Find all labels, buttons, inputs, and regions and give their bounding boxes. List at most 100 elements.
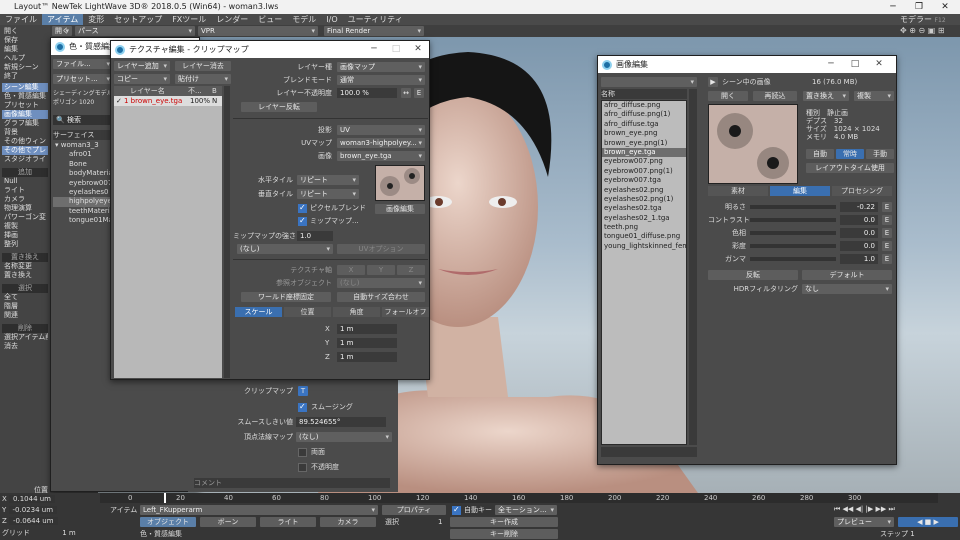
viewport-nav-icons[interactable]: ✥ ⊕ ⊖ ▣ ⊞	[900, 26, 945, 35]
menu-item-4[interactable]: FXツール	[167, 14, 211, 25]
maximize-icon[interactable]: □	[844, 56, 866, 73]
sidebar-window-item[interactable]: その他でプレ	[2, 146, 48, 155]
scale-z-field[interactable]: 1 m	[337, 352, 397, 362]
image-editor-tab[interactable]: プロセシング	[832, 186, 892, 196]
sidebar-window-item[interactable]: 画像編集	[2, 110, 48, 119]
uvmap-dropdown[interactable]: woman3-highpolyey...	[337, 138, 425, 148]
paste-dropdown[interactable]: 貼付け	[175, 74, 231, 84]
image-list-item[interactable]: eyebrow007.png	[602, 157, 686, 166]
envelope-e-button[interactable]: E	[882, 228, 892, 238]
grid-row[interactable]: グリッド 1 m	[2, 529, 76, 537]
edit-image-button[interactable]: 画像編集	[375, 204, 425, 214]
envelope-e-button[interactable]: E	[882, 215, 892, 225]
smoothing-checkbox[interactable]	[298, 402, 307, 412]
splitter-handle[interactable]	[224, 86, 230, 378]
surface-search-input[interactable]: 🔍 検索	[53, 115, 111, 125]
axis-x-button[interactable]: X	[337, 265, 365, 275]
minimize-icon[interactable]: ─	[820, 56, 842, 73]
scale-y-field[interactable]: 1 m	[337, 338, 397, 348]
sidebar-select-item[interactable]: 階層	[2, 302, 48, 311]
texture-tab[interactable]: スケール	[235, 307, 282, 317]
check-icon[interactable]: ✓	[116, 96, 122, 106]
axis-z-button[interactable]: Z	[397, 265, 425, 275]
image-list-item[interactable]: brown_eye.png(1)	[602, 139, 686, 148]
hdr-filtering-dropdown[interactable]: なし	[802, 284, 892, 294]
preview-dropdown[interactable]: プレビュー	[834, 517, 894, 527]
vertical-tile-dropdown[interactable]: リピート	[297, 189, 359, 199]
render-dropdown[interactable]: Final Render	[324, 26, 424, 36]
minimize-icon[interactable]: ─	[880, 0, 906, 14]
pos-y-row[interactable]: Y -0.0234 um	[2, 506, 58, 514]
sidebar-window-item[interactable]: グラフ編集	[2, 119, 48, 128]
always-button[interactable]: 常時	[836, 149, 864, 159]
image-default-button[interactable]: デフォルト	[802, 270, 892, 280]
property-button[interactable]: プロパティ	[382, 505, 446, 515]
bone-mode-button[interactable]: ボーン	[200, 517, 256, 527]
axis-y-button[interactable]: Y	[367, 265, 395, 275]
vertex-normal-dropdown[interactable]: (なし)	[296, 432, 392, 442]
surface-list-item[interactable]: eyebrow007	[53, 179, 111, 188]
mipmap-checkbox[interactable]	[298, 216, 307, 226]
image-list-item[interactable]: eyelashes02.png	[602, 186, 686, 195]
menu-item-1[interactable]: アイテム	[42, 14, 84, 25]
open-dropdown[interactable]: 開く	[52, 26, 72, 36]
surface-list-item[interactable]: highpolyeye	[53, 197, 111, 207]
image-list-item[interactable]: teeth.png	[602, 223, 686, 232]
layer-type-dropdown[interactable]: 画像マップ	[337, 62, 425, 72]
sidebar-window-item[interactable]: その他ウィンド	[2, 137, 48, 146]
modeler-button[interactable]: モデラー F12	[900, 14, 946, 25]
horizontal-scrollbar[interactable]	[601, 447, 697, 457]
sidebar-delete-item[interactable]: 選択アイテム削	[2, 333, 48, 342]
auto-key-checkbox[interactable]	[452, 505, 461, 515]
sidebar-select-item[interactable]: 全て	[2, 293, 48, 302]
maximize-icon[interactable]: ❐	[906, 0, 932, 14]
sidebar-file-item[interactable]: 保存	[2, 36, 48, 45]
image-replace-dropdown[interactable]: 置き換え	[803, 91, 849, 101]
image-list-item[interactable]: brown_eye.tga	[602, 147, 686, 158]
use-layout-time-button[interactable]: レイアウトタイム使用	[806, 163, 894, 173]
playback-controls[interactable]: ⏮ ◀◀ ◀| |▶ ▶▶ ⏭	[834, 505, 958, 515]
delete-key-button[interactable]: キー削除	[450, 529, 558, 539]
opacity-checkbox[interactable]	[298, 463, 307, 472]
maximize-icon[interactable]: □	[385, 41, 407, 58]
manual-button[interactable]: 手動	[866, 149, 894, 159]
surface-list-item[interactable]: teethMateri	[53, 207, 111, 216]
sidebar-file-item[interactable]: 編集	[2, 45, 48, 54]
vpr-dropdown[interactable]: VPR	[198, 26, 318, 36]
adjust-value[interactable]: 0.0	[840, 241, 878, 251]
adjust-value[interactable]: 0.0	[840, 228, 878, 238]
sidebar-add-item[interactable]: 挿画	[2, 231, 48, 240]
sidebar-add-item[interactable]: カメラ	[2, 195, 48, 204]
image-list-item[interactable]: afro_diffuse.png	[602, 101, 686, 110]
surface-list-item[interactable]: afro01	[53, 150, 111, 159]
item-dropdown[interactable]: Left_FKupperarm	[140, 505, 378, 515]
adjust-slider[interactable]	[750, 231, 836, 235]
menu-item-0[interactable]: ファイル	[0, 14, 42, 25]
surface-list-item[interactable]: ▾ woman3_3	[53, 141, 111, 150]
sidebar-add-item[interactable]: Null	[2, 177, 48, 186]
play-controls-button[interactable]: ◀ ■ ▶	[898, 517, 958, 527]
world-coord-button[interactable]: ワールド座標固定	[241, 292, 331, 302]
invert-layer-button[interactable]: レイヤー反転	[241, 102, 317, 112]
reference-object-dropdown[interactable]: (なし)	[337, 278, 425, 288]
parse-dropdown[interactable]: パース	[75, 26, 195, 36]
horizontal-tile-dropdown[interactable]: リピート	[297, 175, 359, 185]
adjust-slider[interactable]	[750, 218, 836, 222]
menu-item-5[interactable]: レンダー	[211, 14, 253, 25]
mipmap-strength-field[interactable]: 1.0	[297, 231, 333, 241]
sidebar-add-item[interactable]: ライト	[2, 186, 48, 195]
image-list-item[interactable]: tongue01_diffuse.png	[602, 232, 686, 241]
sidebar-select-item[interactable]: 関連	[2, 311, 48, 320]
image-editor-tab[interactable]: 素材	[708, 186, 768, 196]
projection-dropdown[interactable]: UV	[337, 125, 425, 135]
close-icon[interactable]: ✕	[407, 41, 429, 58]
sidebar-window-item[interactable]: プリセット	[2, 101, 48, 110]
pos-x-row[interactable]: X 0.1044 um	[2, 495, 56, 503]
minimize-icon[interactable]: ─	[363, 41, 385, 58]
surface-list-item[interactable]: tongue01Ma	[53, 216, 111, 225]
sidebar-delete-item[interactable]: 消去	[2, 342, 48, 351]
close-icon[interactable]: ✕	[868, 56, 890, 73]
adjust-value[interactable]: 0.0	[840, 215, 878, 225]
image-list-item[interactable]: eyebrow007.png(1)	[602, 167, 686, 176]
uv-option-button[interactable]: UVオプション	[337, 244, 425, 254]
